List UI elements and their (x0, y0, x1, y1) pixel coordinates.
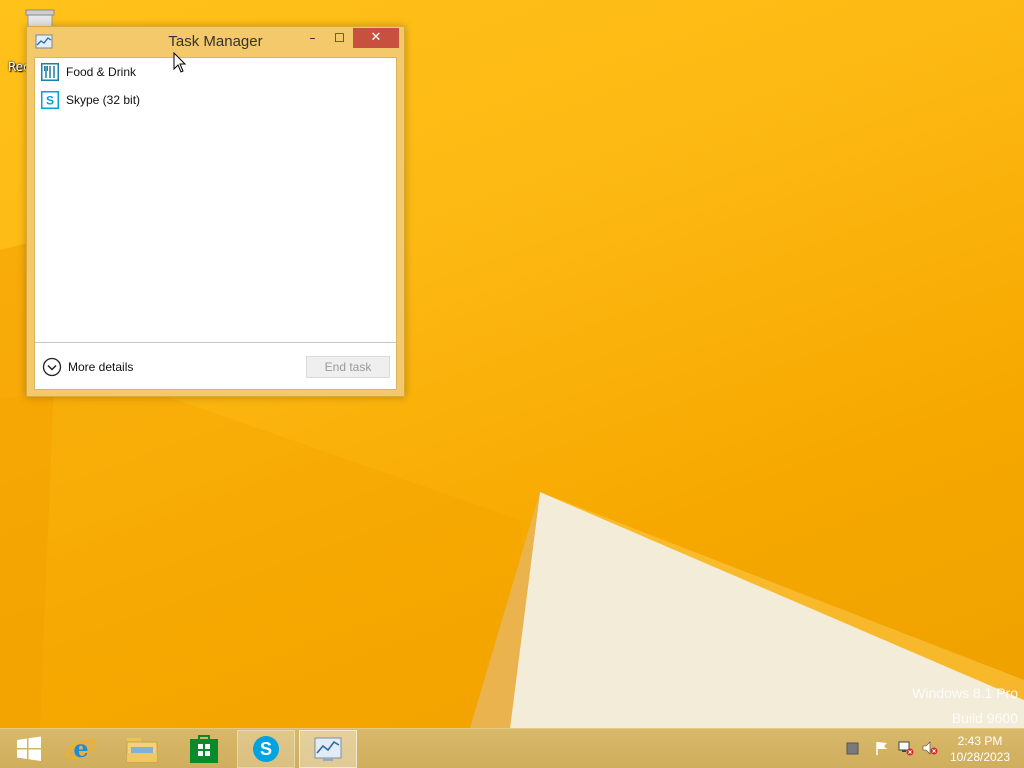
flag-icon[interactable] (874, 740, 890, 756)
mouse-cursor-icon (173, 52, 187, 73)
task-manager-content: Food & Drink S Skype (32 bit) More detai… (34, 57, 397, 390)
windows-edition: Windows 8.1 Pro (912, 685, 1018, 701)
app-name: Skype (32 bit) (66, 93, 141, 107)
chevron-down-icon (42, 357, 62, 377)
clock-time: 2:43 PM (957, 734, 1003, 748)
skype-taskbar-button[interactable]: S (237, 730, 295, 768)
start-button[interactable] (0, 730, 58, 768)
divider (35, 342, 396, 343)
svg-text:S: S (46, 94, 54, 108)
food-drink-icon (41, 63, 59, 81)
file-explorer-button[interactable] (113, 730, 171, 768)
maximize-button[interactable]: ☐ (326, 28, 353, 48)
list-item[interactable]: S Skype (32 bit) (35, 87, 396, 113)
taskbar: e S (0, 728, 1024, 768)
internet-explorer-icon: e (65, 734, 97, 763)
store-icon (190, 735, 218, 763)
task-manager-icon (314, 737, 342, 761)
system-clock[interactable]: 2:43 PM 10/28/2023 (944, 733, 1016, 765)
close-button[interactable]: ✕ (353, 28, 399, 48)
network-icon[interactable] (898, 740, 914, 756)
more-details-button[interactable]: More details (42, 356, 133, 378)
speaker-muted-icon[interactable] (922, 740, 938, 756)
end-task-button[interactable]: End task (306, 356, 390, 378)
windows-build: Build 9600 (951, 710, 1018, 726)
svg-text:S: S (260, 739, 272, 759)
svg-text:e: e (73, 734, 88, 763)
folder-icon (126, 738, 158, 763)
clock-date: 10/28/2023 (949, 750, 1011, 764)
list-item[interactable]: Food & Drink (35, 59, 396, 85)
skype-icon: S (41, 91, 59, 109)
internet-explorer-button[interactable]: e (52, 730, 110, 768)
store-button[interactable] (175, 730, 233, 768)
skype-icon: S (253, 736, 279, 762)
app-list: Food & Drink S Skype (32 bit) (35, 58, 396, 342)
task-manager-taskbar-button[interactable] (299, 730, 357, 768)
task-manager-window: Task Manager – ☐ ✕ Food & Drink S Skype … (26, 26, 405, 397)
app-name: Food & Drink (66, 65, 137, 79)
windows-logo-icon (17, 736, 41, 761)
keyboard-icon[interactable] (845, 740, 861, 756)
title-bar[interactable]: Task Manager – ☐ ✕ (27, 27, 404, 57)
more-details-label: More details (68, 360, 134, 374)
minimize-button[interactable]: – (299, 28, 326, 48)
